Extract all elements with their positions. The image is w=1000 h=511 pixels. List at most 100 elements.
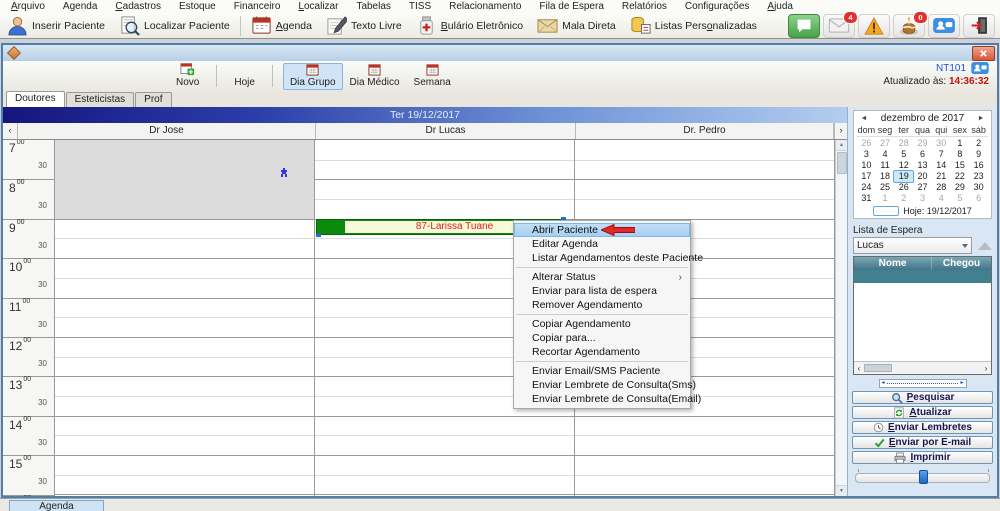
mini-cal-day[interactable]: 26 <box>857 138 876 149</box>
mini-cal-day[interactable]: 2 <box>969 138 988 149</box>
scroll-right-arrow[interactable]: › <box>834 123 847 139</box>
scrollbar-thumb[interactable] <box>836 152 847 174</box>
mini-cal-day[interactable]: 26 <box>894 182 913 193</box>
time-slot[interactable] <box>575 474 834 495</box>
menu-item-relacionamento[interactable]: Relacionamento <box>440 1 530 12</box>
side-button-atualizar[interactable]: Atualizar <box>852 406 993 419</box>
time-slot[interactable] <box>315 494 574 496</box>
mini-cal-day[interactable]: 27 <box>876 138 895 149</box>
time-slot[interactable] <box>315 455 574 475</box>
mini-cal-day[interactable]: 24 <box>857 182 876 193</box>
mini-cal-day[interactable]: 6 <box>969 193 988 204</box>
menu-item-fila-de-espera[interactable]: Fila de Espera <box>530 1 612 12</box>
time-slot[interactable] <box>55 474 314 495</box>
time-slot[interactable] <box>315 159 574 180</box>
scroll-left-arrow[interactable]: ‹ <box>3 123 18 139</box>
agenda-button-hoje[interactable]: Hoje <box>227 63 262 90</box>
mini-cal-day[interactable]: 30 <box>932 138 951 149</box>
context-menu-item-copiar-agendamento[interactable]: Copiar Agendamento <box>514 317 690 331</box>
time-slot[interactable] <box>575 159 834 180</box>
menu-item-cadastros[interactable]: Cadastros <box>106 1 170 12</box>
time-slot[interactable] <box>575 435 834 455</box>
mini-cal-day[interactable]: 1 <box>951 138 970 149</box>
mini-cal-day[interactable]: 18 <box>876 171 895 182</box>
tab-doutores[interactable]: Doutores <box>6 91 65 107</box>
context-menu-item-alterar-status[interactable]: Alterar Status › <box>514 270 690 284</box>
agenda-button-dia-medico[interactable]: Dia Médico <box>343 63 407 90</box>
mini-cal-day[interactable]: 8 <box>951 149 970 160</box>
context-menu-item-copiar-para[interactable]: Copiar para... <box>514 331 690 345</box>
mini-cal-day[interactable]: 30 <box>969 182 988 193</box>
toolbar-button-listas-personalizadas[interactable]: Listas Personalizadas <box>623 13 764 38</box>
mini-cal-day[interactable]: 9 <box>969 149 988 160</box>
birthday-icon[interactable]: 0 <box>893 10 928 38</box>
mini-cal-day[interactable]: 29 <box>951 182 970 193</box>
mini-cal-day[interactable]: 3 <box>913 193 932 204</box>
context-menu-item-enviar-lembrete-de-consulta-sms[interactable]: Enviar Lembrete de Consulta(Sms) <box>514 378 696 392</box>
time-slot[interactable] <box>575 415 834 436</box>
slider-handle[interactable] <box>918 470 928 484</box>
toolbar-button-texto-livre[interactable]: Texto Livre <box>319 13 409 38</box>
scroll-right-arrow[interactable]: › <box>981 364 991 373</box>
time-slot[interactable] <box>315 199 574 219</box>
agenda-button-semana[interactable]: Semana <box>407 63 458 90</box>
menu-item-relatorios[interactable]: Relatórios <box>613 1 676 12</box>
time-slot[interactable] <box>575 455 834 475</box>
time-slot[interactable] <box>55 395 314 416</box>
waiting-list-dropdown[interactable]: Lucas <box>853 237 972 254</box>
menu-item-estoque[interactable]: Estoque <box>170 1 225 12</box>
mail-icon[interactable]: 4 <box>823 10 858 38</box>
close-button[interactable] <box>972 45 995 61</box>
selected-row[interactable] <box>854 270 991 283</box>
toolbar-button-agenda[interactable]: Agenda <box>244 13 319 38</box>
mini-cal-day[interactable]: 14 <box>932 160 951 171</box>
status-tab-agenda[interactable]: Agenda <box>9 500 104 511</box>
time-slot[interactable] <box>575 179 834 199</box>
menu-item-ajuda[interactable]: Ajuda <box>758 1 802 12</box>
scroll-up-arrow[interactable]: ▲ <box>836 140 847 151</box>
time-slot[interactable] <box>315 179 574 199</box>
tab-prof[interactable]: Prof <box>135 92 172 107</box>
menu-item-financeiro[interactable]: Financeiro <box>225 1 290 12</box>
tab-esteticistas[interactable]: Esteticistas <box>65 92 135 107</box>
mini-cal-day[interactable]: 21 <box>932 171 951 182</box>
toolbar-button-localizar-paciente[interactable]: Localizar Paciente <box>112 13 237 38</box>
mini-cal-day[interactable]: 25 <box>876 182 895 193</box>
menu-item-localizar[interactable]: Localizar <box>289 1 347 12</box>
side-button-imprimir[interactable]: Imprimir <box>852 451 993 464</box>
time-slot[interactable] <box>575 140 834 160</box>
mini-cal-day[interactable]: 15 <box>951 160 970 171</box>
context-menu-item-remover-agendamento[interactable]: Remover Agendamento <box>514 298 690 312</box>
agenda-button-novo[interactable]: Novo <box>169 62 206 90</box>
mini-cal-day[interactable]: 10 <box>857 160 876 171</box>
time-slot[interactable] <box>55 356 314 377</box>
context-menu-item-enviar-email-sms-paciente[interactable]: Enviar Email/SMS Paciente <box>514 364 690 378</box>
time-slot[interactable] <box>315 435 574 455</box>
scrollbar-thumb[interactable] <box>864 364 892 372</box>
menu-item-tiss[interactable]: TISS <box>400 1 440 12</box>
side-button-enviar-por-e-mail[interactable]: Enviar por E-mail <box>852 436 993 449</box>
splitter-control[interactable]: ◂ ▸ <box>878 379 967 388</box>
exit-icon[interactable] <box>963 13 995 38</box>
time-slot[interactable] <box>55 238 314 258</box>
scroll-left-arrow[interactable]: ‹ <box>854 364 864 373</box>
time-slot[interactable] <box>55 218 314 239</box>
side-button-enviar-lembretes[interactable]: Enviar Lembretes <box>852 421 993 434</box>
mini-cal-day[interactable]: 28 <box>932 182 951 193</box>
mini-cal-day[interactable]: 16 <box>969 160 988 171</box>
mini-cal-day[interactable]: 5 <box>951 193 970 204</box>
zoom-slider[interactable] <box>855 469 990 485</box>
time-slot[interactable] <box>55 317 314 337</box>
context-menu-item-enviar-lembrete-de-consulta-email[interactable]: Enviar Lembrete de Consulta(Email) <box>514 392 701 406</box>
scroll-down-arrow[interactable]: ▼ <box>836 485 847 496</box>
context-menu-item-listar-agendamentos-deste-paciente[interactable]: Listar Agendamentos deste Paciente <box>514 251 703 265</box>
prev-month-arrow[interactable]: ◄ <box>857 115 871 122</box>
toolbar-button-bulario-eletronico[interactable]: Bulário Eletrônico <box>409 13 530 38</box>
collapse-triangle-icon[interactable] <box>978 241 992 250</box>
mini-cal-day[interactable]: 29 <box>913 138 932 149</box>
time-slot[interactable] <box>315 415 574 436</box>
menu-item-configuracoes[interactable]: Configurações <box>676 1 758 12</box>
time-slot[interactable] <box>55 455 314 475</box>
time-slot[interactable] <box>575 199 834 219</box>
mini-cal-day[interactable]: 19 <box>893 170 915 183</box>
